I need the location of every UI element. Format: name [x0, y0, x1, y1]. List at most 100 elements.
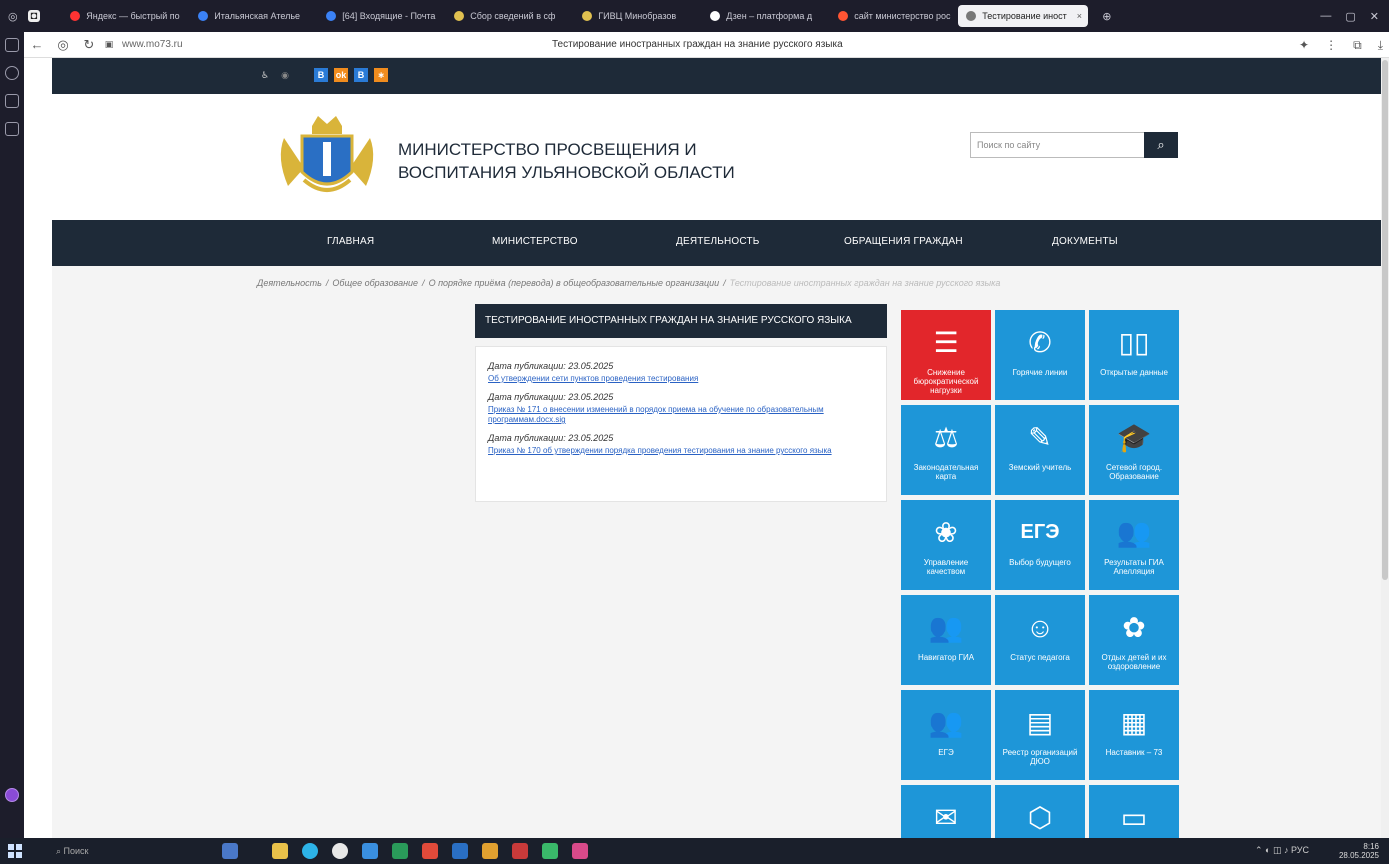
nav-citizen-appeals[interactable]: ОБРАЩЕНИЯ ГРАЖДАН — [844, 236, 963, 247]
service-tile[interactable]: ⚖ Законодательная карта — [901, 405, 991, 495]
protect-icon[interactable]: ◎ — [50, 37, 76, 53]
service-tile[interactable]: ▭ — [1089, 785, 1179, 838]
publication-link[interactable]: Об утверждении сети пунктов проведения т… — [488, 374, 874, 384]
browser-menu-icon[interactable]: ◎ — [8, 10, 18, 23]
url-field[interactable]: www.mo73.ru — [122, 39, 242, 50]
sidebar-bookmark-icon[interactable] — [5, 94, 19, 108]
service-tile[interactable]: ▦ Наставник – 73 — [1089, 690, 1179, 780]
ok-icon[interactable]: ok — [334, 68, 348, 82]
taskbar-app-icon[interactable] — [542, 843, 558, 859]
vision-icon[interactable]: ◉ — [278, 68, 292, 82]
breadcrumb-activity[interactable]: Деятельность — [257, 278, 322, 288]
browser-tab[interactable]: Итальянская Ателье — [190, 5, 314, 27]
taskbar-app-icon[interactable] — [422, 843, 438, 859]
service-tile[interactable]: ✉ — [901, 785, 991, 838]
window-maximize-icon[interactable]: ▢ — [1345, 10, 1355, 23]
service-tile[interactable]: 🎓 Сетевой город. Образование — [1089, 405, 1179, 495]
more-menu-icon[interactable]: ⋮ — [1325, 38, 1337, 53]
nav-documents[interactable]: ДОКУМЕНТЫ — [1052, 236, 1118, 247]
browser-tab[interactable]: [64] Входящие - Почта — [318, 5, 442, 27]
bookmark-add-icon[interactable]: ✦ — [1299, 38, 1309, 53]
tab-favicon-icon — [198, 11, 209, 21]
service-tile[interactable]: ▯▯ Открытые данные — [1089, 310, 1179, 400]
service-tile[interactable]: ЕГЭ Выбор будущего — [995, 500, 1085, 590]
tile-label: Реестр организаций ДЮО — [1002, 748, 1078, 766]
taskbar-app-icon[interactable] — [452, 843, 468, 859]
scrollbar-thumb[interactable] — [1382, 60, 1388, 580]
service-tile[interactable]: ✎ Земский учитель — [995, 405, 1085, 495]
gavel-icon: ⚖ — [933, 421, 959, 453]
vk-icon-2[interactable]: В — [354, 68, 368, 82]
taskbar-app-icon[interactable] — [302, 843, 318, 859]
tab-label: Яндекс — быстрый по — [86, 11, 180, 21]
taskbar-app-icon[interactable] — [272, 843, 288, 859]
browser-logo-icon[interactable]: ◘ — [27, 10, 41, 22]
window-close-icon[interactable]: ✕ — [1370, 10, 1379, 23]
taskbar-app-icon[interactable] — [572, 843, 588, 859]
service-tile[interactable]: ✆ Горячие линии — [995, 310, 1085, 400]
sidebar-alice-icon[interactable] — [5, 66, 19, 80]
breadcrumb-admission[interactable]: О порядке приёма (перевода) в общеобразо… — [429, 278, 720, 288]
taskbar-app-icon[interactable] — [362, 843, 378, 859]
sidebar-assistant-icon[interactable] — [5, 788, 19, 802]
search-icon[interactable]: ⌕ — [1144, 132, 1178, 158]
browser-tab[interactable]: Яндекс — быстрый по — [62, 5, 186, 27]
taskbar-search[interactable]: ⌕ Поиск — [56, 843, 196, 859]
taskbar-app-icon[interactable] — [482, 843, 498, 859]
coat-of-arms-icon[interactable] — [274, 108, 380, 200]
service-tile[interactable]: ▤ Реестр организаций ДЮО — [995, 690, 1085, 780]
taskbar-app-icon[interactable] — [392, 843, 408, 859]
tile-label: Наставник – 73 — [1105, 748, 1163, 757]
tile-label: Земский учитель — [1008, 463, 1072, 472]
nav-main[interactable]: ГЛАВНАЯ — [327, 236, 374, 247]
download-icon[interactable]: ⤓ — [1378, 38, 1383, 53]
quality-icon: ❀ — [934, 516, 958, 548]
tab-label: сайт министерство рос — [854, 11, 951, 21]
window-minimize-icon[interactable]: — — [1320, 10, 1331, 22]
service-tile[interactable]: 👥 Результаты ГИА Апелляция — [1089, 500, 1179, 590]
graduation-cap-icon: 🎓 — [1116, 421, 1152, 453]
service-tiles: ☰ Снижение бюрократической нагрузки ✆ Горяч… — [901, 310, 1183, 838]
system-tray[interactable]: ⌃ ◐ ◫ ♪ РУС — [1255, 845, 1309, 856]
dzen-icon[interactable]: ∗ — [374, 68, 388, 82]
taskbar-clock[interactable]: 8:16 28.05.2025 — [1339, 842, 1379, 860]
tab-close-icon[interactable]: × — [1077, 11, 1082, 21]
nav-activity[interactable]: ДЕЯТЕЛЬНОСТЬ — [676, 236, 760, 247]
vk-icon[interactable]: В — [314, 68, 328, 82]
publication-date: Дата публикации: 23.05.2025 — [488, 433, 614, 443]
nav-ministry[interactable]: МИНИСТЕРСТВО — [492, 236, 578, 247]
windows-start-icon[interactable] — [8, 844, 22, 858]
service-tile[interactable]: ❀ Управление качеством — [901, 500, 991, 590]
taskbar-app-icon[interactable] — [512, 843, 528, 859]
reload-icon[interactable]: ↻ — [76, 37, 102, 53]
address-bar: ← ◎ ↻ ▣ www.mo73.ru Тестирование иностра… — [24, 32, 1389, 58]
accessibility-icon[interactable]: ♿ — [258, 68, 272, 82]
back-icon[interactable]: ← — [24, 37, 50, 52]
browser-tab[interactable]: сайт министерство рос — [830, 5, 954, 27]
tile-label: Сетевой город. Образование — [1105, 463, 1163, 481]
taskbar-app-icon[interactable] — [222, 843, 238, 859]
ege-icon: ЕГЭ — [1020, 520, 1060, 543]
browser-tab[interactable]: Сбор сведений в сф — [446, 5, 570, 27]
browser-tab[interactable]: Тестирование иност × — [958, 5, 1089, 27]
publication-link[interactable]: Приказ № 171 о внесении изменений в поря… — [488, 405, 874, 425]
site-search-input[interactable]: Поиск по сайту — [970, 132, 1146, 158]
service-tile[interactable]: 👥 Навигатор ГИА — [901, 595, 991, 685]
browser-tab[interactable]: ГИВЦ Минобразов — [574, 5, 698, 27]
service-tile[interactable]: ✿ Отдых детей и их оздоровление — [1089, 595, 1179, 685]
tile-label: Горячие линии — [1012, 368, 1068, 377]
publication-link[interactable]: Приказ № 170 об утверждении порядка пров… — [488, 446, 874, 456]
service-tile[interactable]: 👥 ЕГЭ — [901, 690, 991, 780]
extensions-icon[interactable]: ⧉ — [1353, 38, 1362, 53]
taskbar-app-icon[interactable] — [332, 843, 348, 859]
sidebar-apps-icon[interactable] — [5, 122, 19, 136]
breadcrumb-general-education[interactable]: Общее образование — [332, 278, 418, 288]
new-tab-icon[interactable]: ⊕ — [1102, 10, 1111, 23]
ministry-title[interactable]: МИНИСТЕРСТВО ПРОСВЕЩЕНИЯ И ВОСПИТАНИЯ УЛ… — [398, 138, 778, 184]
sidebar-home-icon[interactable] — [5, 38, 19, 52]
service-tile[interactable]: ☰ Снижение бюрократической нагрузки — [901, 310, 991, 400]
cubes-icon: ⬡ — [1027, 801, 1053, 833]
service-tile[interactable]: ☺ Статус педагога — [995, 595, 1085, 685]
service-tile[interactable]: ⬡ — [995, 785, 1085, 838]
browser-tab[interactable]: Дзен – платформа д — [702, 5, 826, 27]
